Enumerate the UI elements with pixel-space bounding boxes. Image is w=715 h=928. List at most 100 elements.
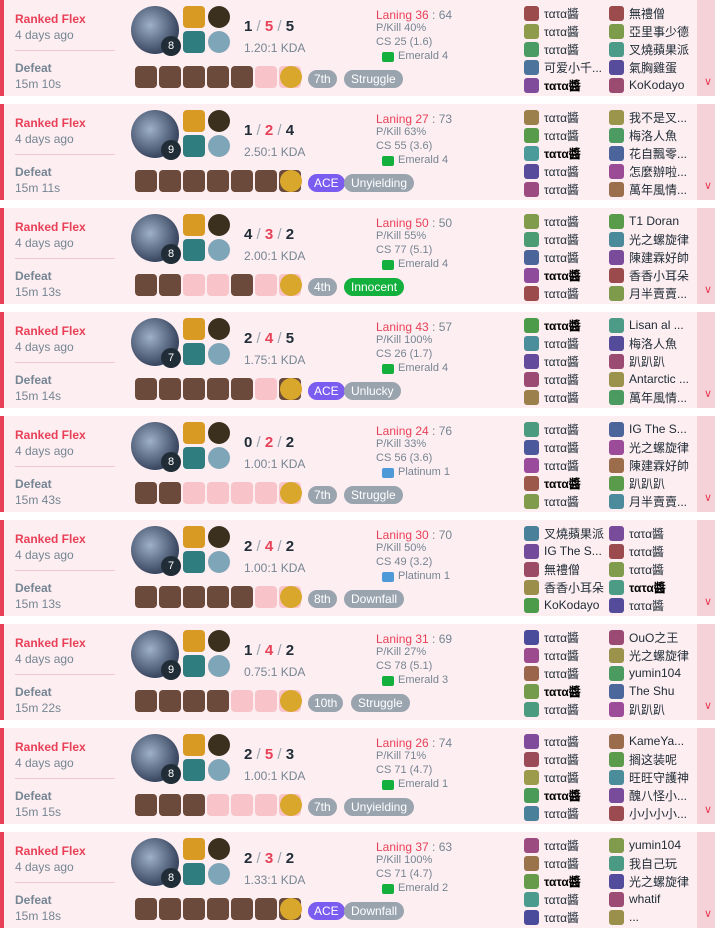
player-name[interactable]: 月半賣賣... <box>629 285 701 302</box>
player-row[interactable]: τατα醬 <box>524 768 616 786</box>
primary-rune-icon[interactable] <box>208 630 230 652</box>
item-icon[interactable] <box>135 170 157 192</box>
player-name[interactable]: 無禮僧 <box>629 5 701 22</box>
player-name[interactable]: 趴趴趴 <box>629 475 701 492</box>
item-icon[interactable] <box>183 690 205 712</box>
chevron-down-icon[interactable]: ∨ <box>704 595 712 608</box>
player-row[interactable]: T1 Doran <box>609 212 701 230</box>
player-name[interactable]: τατα醬 <box>544 769 616 786</box>
player-row[interactable]: KameYa... <box>609 732 701 750</box>
player-row[interactable]: 光之螺旋律 <box>609 872 701 890</box>
player-name[interactable]: τατα醬 <box>544 647 616 664</box>
player-name[interactable]: τατα醬 <box>544 389 616 406</box>
player-name[interactable]: T1 Doran <box>629 214 701 228</box>
player-name[interactable]: 月半賣賣... <box>629 493 701 510</box>
summoner-spell-flash-icon[interactable] <box>183 110 205 132</box>
player-name[interactable]: τατα醬 <box>544 787 616 804</box>
player-name[interactable]: KoKodayo <box>544 598 616 612</box>
summoner-spell-flash-icon[interactable] <box>183 734 205 756</box>
player-name[interactable]: τατα醬 <box>544 285 616 302</box>
player-name[interactable]: whatif <box>629 892 701 906</box>
player-name[interactable]: τατα醬 <box>544 909 616 926</box>
primary-rune-icon[interactable] <box>208 422 230 444</box>
summoner-spell-flash-icon[interactable] <box>183 422 205 444</box>
player-name[interactable]: 怎麼辦啦... <box>629 163 701 180</box>
player-row[interactable]: τατα醬 <box>524 370 616 388</box>
secondary-rune-icon[interactable] <box>208 863 230 885</box>
player-row[interactable]: τατα醬 <box>524 456 616 474</box>
player-name[interactable]: τατα醬 <box>629 579 701 596</box>
player-name[interactable]: OuO之王 <box>629 629 701 646</box>
player-row[interactable]: 我不是叉... <box>609 108 701 126</box>
player-name[interactable]: τατα醬 <box>629 597 701 614</box>
player-name[interactable]: 香香小耳朵 <box>544 579 616 596</box>
player-name[interactable]: 叉燒蘋果派 <box>629 41 701 58</box>
item-icon[interactable] <box>159 170 181 192</box>
ward-trinket-icon[interactable] <box>280 378 302 400</box>
player-row[interactable]: τατα醬 <box>524 212 616 230</box>
item-icon[interactable] <box>231 586 253 608</box>
secondary-rune-icon[interactable] <box>208 31 230 53</box>
player-name[interactable]: τατα醬 <box>544 231 616 248</box>
player-row[interactable]: 趴趴趴 <box>609 700 701 718</box>
player-name[interactable]: τατα醬 <box>544 41 616 58</box>
item-icon[interactable] <box>207 170 229 192</box>
chevron-down-icon[interactable]: ∨ <box>704 75 712 88</box>
player-name[interactable]: τατα醬 <box>544 475 616 492</box>
player-row[interactable]: τατα醬 <box>524 162 616 180</box>
item-icon[interactable] <box>207 690 229 712</box>
player-name[interactable]: 光之螺旋律 <box>629 231 701 248</box>
player-row[interactable]: τατα醬 <box>524 108 616 126</box>
secondary-rune-icon[interactable] <box>208 759 230 781</box>
player-name[interactable]: τατα醬 <box>544 181 616 198</box>
item-icon[interactable] <box>183 586 205 608</box>
primary-rune-icon[interactable] <box>208 214 230 236</box>
secondary-rune-icon[interactable] <box>208 135 230 157</box>
player-row[interactable]: τατα醬 <box>524 144 616 162</box>
player-name[interactable]: τατα醬 <box>629 561 701 578</box>
summoner-spell-flash-icon[interactable] <box>183 630 205 652</box>
player-row[interactable]: τατα醬 <box>524 474 616 492</box>
player-name[interactable]: 小小小小... <box>629 805 701 822</box>
player-row[interactable]: 無禮僧 <box>609 4 701 22</box>
player-name[interactable]: τατα醬 <box>544 317 616 334</box>
empty-item-slot[interactable] <box>255 482 277 504</box>
ward-trinket-icon[interactable] <box>280 170 302 192</box>
summoner-spell-icon[interactable] <box>183 31 205 53</box>
player-name[interactable]: τατα醬 <box>544 267 616 284</box>
match-card[interactable]: Ranked Flex 4 days ago Defeat 15m 13s 8 … <box>0 208 715 304</box>
secondary-rune-icon[interactable] <box>208 655 230 677</box>
item-icon[interactable] <box>135 66 157 88</box>
player-row[interactable]: τατα醬 <box>524 646 616 664</box>
player-row[interactable]: τατα醬 <box>609 560 701 578</box>
empty-item-slot[interactable] <box>255 794 277 816</box>
item-icon[interactable] <box>135 898 157 920</box>
player-name[interactable]: τατα醬 <box>544 249 616 266</box>
player-name[interactable]: ... <box>629 910 701 924</box>
empty-item-slot[interactable] <box>183 482 205 504</box>
player-name[interactable]: 光之螺旋律 <box>629 873 701 890</box>
empty-item-slot[interactable] <box>231 690 253 712</box>
player-row[interactable]: τατα醬 <box>524 628 616 646</box>
match-card[interactable]: Ranked Flex 4 days ago Defeat 15m 13s 7 … <box>0 520 715 616</box>
player-name[interactable]: τατα醬 <box>544 891 616 908</box>
player-row[interactable]: τατα醬 <box>524 316 616 334</box>
match-card[interactable]: Ranked Flex 4 days ago Defeat 15m 10s 8 … <box>0 0 715 96</box>
player-name[interactable]: τατα醬 <box>544 701 616 718</box>
player-name[interactable]: τατα醬 <box>544 629 616 646</box>
player-name[interactable]: IG The S... <box>629 422 701 436</box>
player-name[interactable]: τατα醬 <box>544 733 616 750</box>
player-row[interactable]: τατα醬 <box>524 854 616 872</box>
player-name[interactable]: 梅洛人魚 <box>629 335 701 352</box>
empty-item-slot[interactable] <box>207 482 229 504</box>
player-row[interactable]: τατα醬 <box>524 4 616 22</box>
secondary-rune-icon[interactable] <box>208 551 230 573</box>
item-icon[interactable] <box>207 898 229 920</box>
item-icon[interactable] <box>159 482 181 504</box>
player-name[interactable]: τατα醬 <box>544 751 616 768</box>
player-row[interactable]: 月半賣賣... <box>609 492 701 510</box>
player-name[interactable]: τατα醬 <box>544 127 616 144</box>
player-row[interactable]: 光之螺旋律 <box>609 438 701 456</box>
player-name[interactable]: IG The S... <box>544 544 616 558</box>
summoner-spell-flash-icon[interactable] <box>183 6 205 28</box>
